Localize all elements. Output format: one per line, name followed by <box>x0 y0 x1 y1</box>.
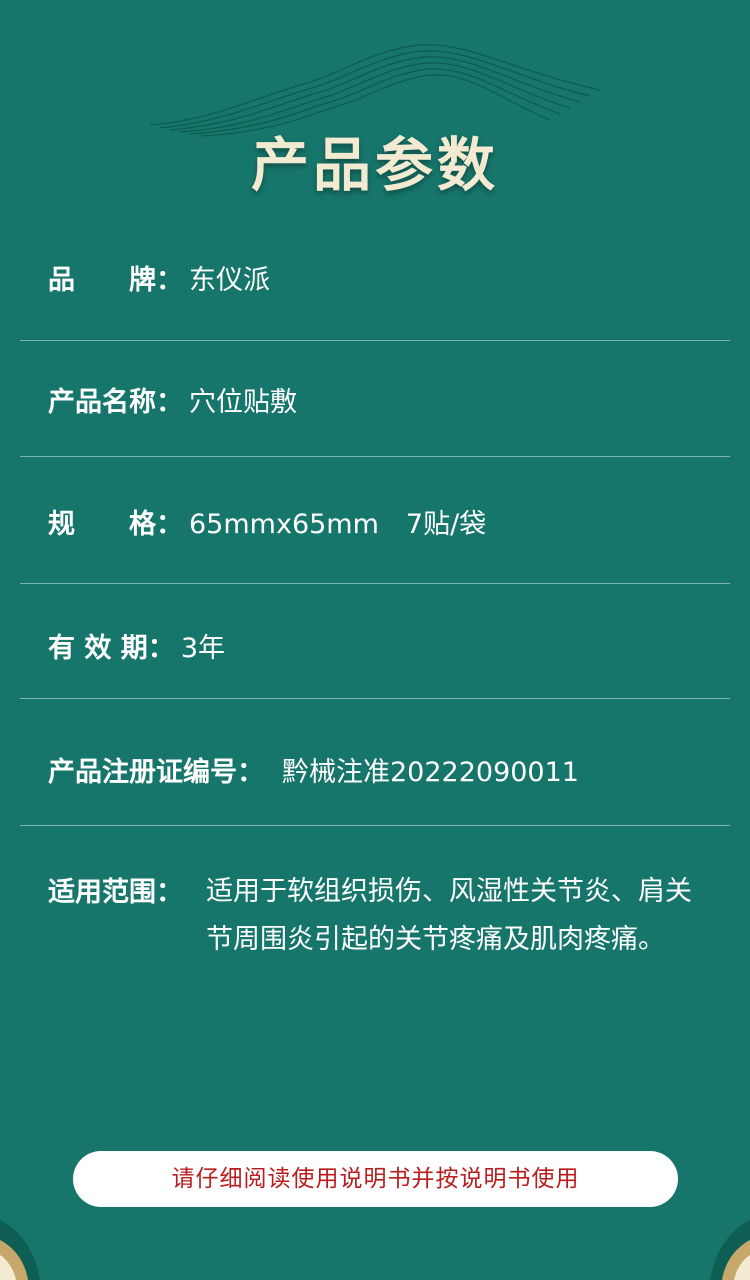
divider <box>20 340 730 341</box>
instructions-notice: 请仔细阅读使用说明书并按说明书使用 <box>73 1151 678 1207</box>
divider <box>20 698 730 699</box>
divider <box>20 825 730 826</box>
divider <box>20 456 730 457</box>
page-title: 产品参数 <box>250 131 499 199</box>
param-row-product-name: 产品名称： 穴位贴敷 <box>48 380 730 419</box>
spec-label: 规 格： <box>48 509 183 540</box>
param-row-registration: 产品注册证编号： 黔械注准20222090011 <box>48 750 730 789</box>
param-row-validity: 有 效 期： 3年 <box>48 626 730 665</box>
param-row-spec: 规 格： 65mmx65mm 7贴/袋 <box>48 502 730 541</box>
scope-value: 适用于软组织损伤、风湿性关节炎、肩关节周围炎引起的关节疼痛及肌肉疼痛。 <box>206 876 692 955</box>
spec-value: 65mmx65mm 7贴/袋 <box>189 509 487 540</box>
param-row-brand: 品 牌： 东仪派 <box>48 258 730 297</box>
validity-value: 3年 <box>180 633 225 664</box>
registration-value: 黔械注准20222090011 <box>282 757 579 788</box>
validity-label: 有 效 期： <box>48 633 175 664</box>
corner-ornament-left <box>0 1220 40 1280</box>
product-name-label: 产品名称： <box>48 387 183 418</box>
divider <box>20 583 730 584</box>
product-name-value: 穴位贴敷 <box>189 387 297 418</box>
brand-label: 品 牌： <box>48 265 183 296</box>
brand-value: 东仪派 <box>189 265 270 296</box>
scope-label: 适用范围： <box>48 877 183 908</box>
registration-label: 产品注册证编号： <box>48 757 264 788</box>
corner-ornament-right <box>710 1220 750 1280</box>
